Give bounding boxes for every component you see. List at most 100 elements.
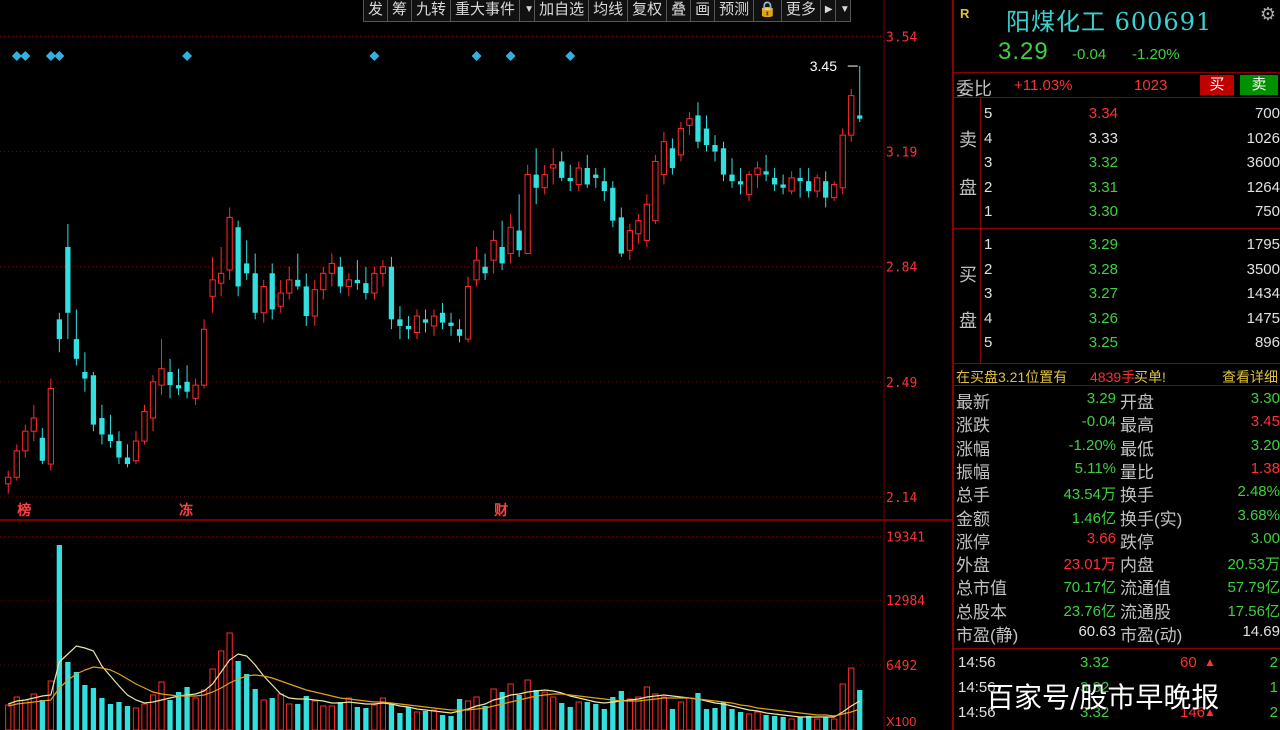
gear-icon[interactable]: ⚙ [1260,4,1276,25]
bid-level-3[interactable]: 3 3.27 1434 [982,282,1280,305]
bid-level-5[interactable]: 5 3.25 896 [982,331,1280,354]
ask-level-num: 4 [984,129,993,147]
volume-tick-label: 12984 [886,594,925,609]
price-tick-label: 2.84 [886,261,917,276]
stat-value: 70.17亿 [1063,579,1116,597]
stat-value: 3.30 [1250,390,1280,407]
buy-button[interactable]: 买 [1200,75,1234,95]
kline-chart[interactable]: 3.54 3.19 2.84 2.49 2.14 3.45 榜 冻 财 19341 12984 649… [0,0,952,730]
webi-diff: 1023 [1134,77,1168,94]
candle-body [235,227,241,287]
candle-body [541,174,548,189]
ask-level-3[interactable]: 3 3.32 3600 [982,151,1280,174]
candle-body [593,174,599,178]
stat-3-left: 振幅 5.11% [954,457,1118,482]
tick-count: 1 [1269,679,1278,696]
candle-body [295,279,301,287]
quote-panel: R 阳煤化工 600691 ⚙ 3.29 -0.04 -1.20% 委比 +11… [952,0,1280,730]
stat-value: 1.38 [1250,459,1280,477]
volume-bar [90,688,97,730]
alert-detail-link[interactable]: 查看详细 [1222,367,1278,387]
bid-level-num: 1 [984,236,993,253]
price-change-pct: -1.20% [1132,46,1180,63]
stat-label: 涨跌 [956,416,990,436]
stat-value: 23.76亿 [1063,602,1116,620]
toolbar-button-8[interactable]: 叠 [666,0,692,22]
toolbar-button-1[interactable]: 筹 [387,0,413,22]
toolbar-button-2[interactable]: 九转 [411,0,452,22]
ask-level-2[interactable]: 2 3.31 1264 [982,176,1280,199]
volume-bar [430,709,438,730]
price-tick-label: 3.54 [886,30,917,45]
volume-bar [635,696,642,730]
candle-body [116,441,122,458]
candle-body [405,325,412,330]
candle-body [797,177,803,182]
candle-body [371,272,378,294]
large-order-alert: 在买盘3.21位置有 4839手 买单! 查看详细 [954,364,1280,386]
stat-7-left: 外盘 23.01万 [954,550,1118,575]
sell-button[interactable]: 卖 [1240,75,1278,95]
toolbar-button-0[interactable]: 发 [363,0,389,22]
volume-bar [712,708,718,730]
toolbar-button-10[interactable]: 预测 [714,0,755,22]
stat-label: 市盈(静) [956,626,1019,645]
ask-level-1[interactable]: 1 3.30 750 [982,200,1280,223]
volume-tick-label: 6492 [886,659,917,674]
volume-bar [311,700,318,730]
toolbar-button-5[interactable]: 加自选 [534,0,590,22]
toolbar-button-7[interactable]: 复权 [627,0,668,22]
toolbar-button-13[interactable]: ▶ [819,0,836,22]
ask-level-4[interactable]: 4 3.33 1026 [982,127,1280,150]
tick-row[interactable]: 14:56 3.32 60 ▲ 2 [954,651,1280,675]
toolbar-button-12[interactable]: 更多 [780,0,821,22]
volume-unit-label: X100 [886,714,916,729]
ask-level-5[interactable]: 5 3.34 700 [982,102,1280,125]
stat-label: 换手(实) [1120,509,1183,529]
chart-toolbar: 发筹九转 重大事件 ▼ 加自选 均线 复权叠画预测 🔒 更多 ▶ ▼ [363,0,851,22]
volume-bar [328,705,335,730]
volume-bar [337,702,343,730]
candle-body [499,246,505,264]
volume-ma-line [8,645,861,718]
volume-bar [439,715,446,730]
candle-body [388,266,395,320]
toolbar-button-3[interactable]: 重大事件 [450,0,521,22]
toolbar-button-9[interactable]: 画 [690,0,716,22]
bid-level-2[interactable]: 2 3.28 3500 [982,258,1280,281]
stat-label: 最高 [1120,416,1154,436]
candle-body [754,167,761,176]
volume-bar [200,689,208,730]
volume-bar [686,697,693,730]
volume-bar [703,709,710,730]
candle-body [65,246,71,313]
stat-9-left: 总股本 23.76亿 [954,597,1118,622]
toolbar-button-11[interactable]: 🔒 [753,0,782,22]
candle-body [788,177,795,192]
candle-body [124,457,131,465]
candle-body [737,181,744,185]
volume-bar [575,701,582,730]
volume-bar [303,696,309,730]
bid-level-4[interactable]: 4 3.26 1475 [982,307,1280,330]
candle-body [13,450,20,478]
toolbar-button-14[interactable]: ▼ [834,0,851,22]
candle-body [226,216,233,271]
volume-bar [184,687,190,730]
candle-body [763,171,769,175]
stat-value: 3.45 [1250,413,1280,431]
bid-level-1[interactable]: 1 3.29 1795 [982,233,1280,256]
toolbar-button-4[interactable]: ▼ [519,0,536,22]
candle-body [413,315,421,334]
volume-bar [167,700,173,730]
ask-level-volume: 1026 [1246,129,1280,147]
kline-chart-area[interactable]: 3.54 3.19 2.84 2.49 2.14 3.45 榜 冻 财 19341 12984 649… [0,0,952,730]
candle-body [363,283,369,294]
bid-level-volume: 896 [1254,334,1280,351]
volume-bar [490,688,497,730]
event-diamond-icon [505,51,516,61]
bid-level-num: 5 [984,334,993,351]
toolbar-button-6[interactable]: 均线 [588,0,629,22]
candle-body [90,375,97,425]
candle-body [695,115,701,142]
